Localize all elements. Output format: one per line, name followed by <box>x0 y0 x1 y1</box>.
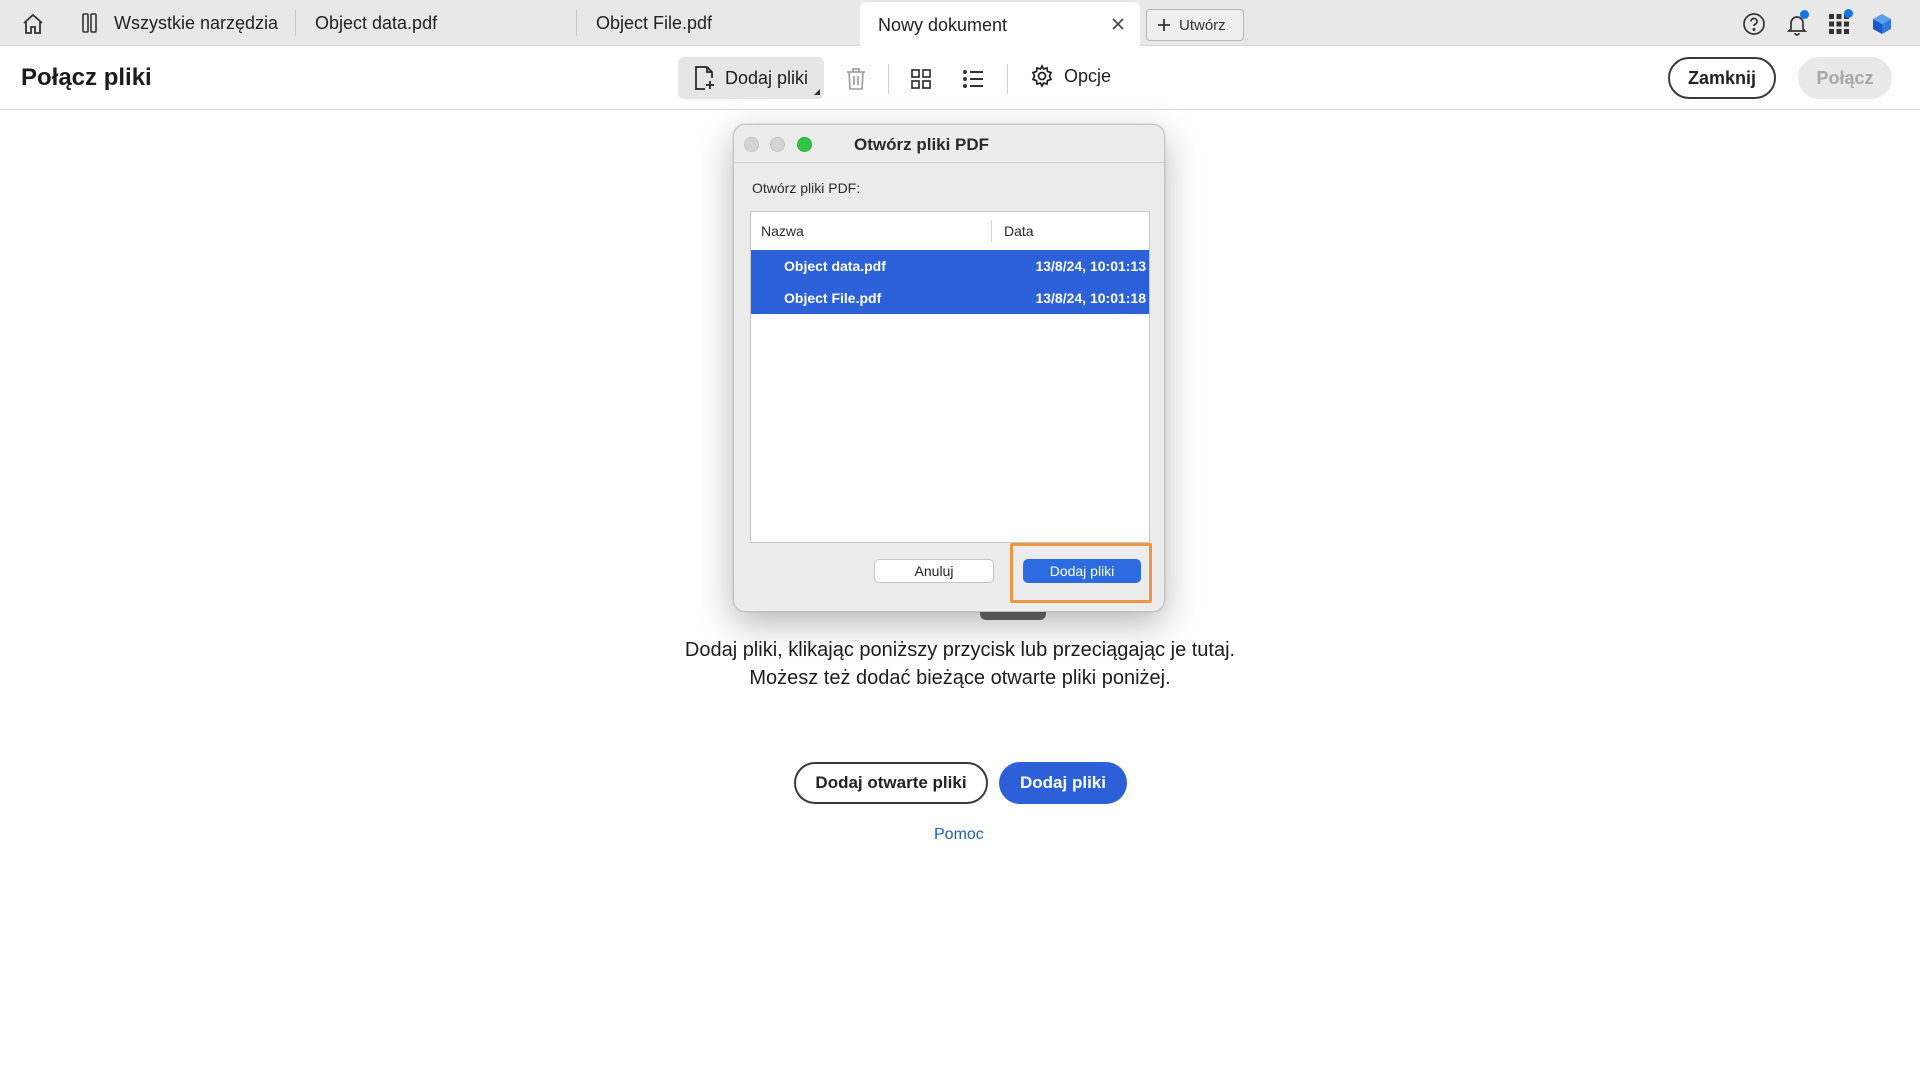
help-link[interactable]: Pomoc <box>934 826 984 844</box>
home-button[interactable] <box>14 8 52 40</box>
page-title: Połącz pliki <box>21 64 152 91</box>
tab-bar: Wszystkie narzędzia Object data.pdf Obje… <box>0 0 1920 48</box>
options-label: Opcje <box>1064 65 1112 86</box>
file-row[interactable]: Object File.pdf 13/8/24, 10:01:18 <box>751 282 1149 314</box>
close-button[interactable]: Zamknij <box>1668 57 1776 99</box>
thumbnail-view-button[interactable] <box>908 66 934 92</box>
tab-all-tools[interactable]: Wszystkie narzędzia <box>56 0 296 46</box>
toolbar-divider <box>1007 64 1008 94</box>
column-header-name[interactable]: Nazwa <box>761 212 804 250</box>
notification-dot <box>1800 10 1809 19</box>
grid-view-icon <box>911 69 931 89</box>
open-pdf-dialog: Otwórz pliki PDF Otwórz pliki PDF: Nazwa… <box>733 124 1165 612</box>
column-header-date[interactable]: Data <box>1004 212 1034 250</box>
close-tab-button[interactable] <box>1108 14 1128 34</box>
drop-hint-line-2: Możesz też dodać bieżące otwarte pliki p… <box>749 667 1171 689</box>
drop-hint-line-1: Dodaj pliki, klikając poniższy przycisk … <box>684 639 1236 661</box>
help-button[interactable] <box>1742 12 1766 36</box>
apps-dot <box>1844 9 1853 18</box>
close-icon <box>1112 18 1124 30</box>
column-divider <box>991 220 992 242</box>
tab-label: Nowy dokument <box>878 14 1008 35</box>
combine-button[interactable]: Połącz <box>1798 57 1892 99</box>
drop-hint: Dodaj pliki, klikając poniższy przycisk … <box>560 636 1360 692</box>
file-date: 13/8/24, 10:01:18 <box>1035 290 1146 306</box>
dialog-titlebar: Otwórz pliki PDF <box>734 125 1164 163</box>
dialog-title: Otwórz pliki PDF <box>854 135 990 154</box>
notifications-button[interactable] <box>1785 10 1809 36</box>
tab-label: Object data.pdf <box>315 12 438 33</box>
gear-icon <box>1031 64 1053 88</box>
file-list[interactable]: Nazwa Data Object data.pdf 13/8/24, 10:0… <box>750 211 1150 543</box>
add-files-button[interactable]: Dodaj pliki <box>999 762 1127 804</box>
dropdown-corner-icon <box>814 89 820 95</box>
create-label: Utwórz <box>1179 16 1226 34</box>
delete-button[interactable] <box>843 66 869 92</box>
tab-object-file[interactable]: Object File.pdf <box>578 0 860 46</box>
tab-label: Wszystkie narzędzia <box>114 12 279 33</box>
profile-button[interactable] <box>1870 12 1894 36</box>
dialog-label: Otwórz pliki PDF: <box>752 180 861 196</box>
help-icon <box>1743 13 1765 35</box>
file-date: 13/8/24, 10:01:13 <box>1035 258 1146 274</box>
list-view-button[interactable] <box>960 66 986 92</box>
plus-icon <box>1158 19 1170 31</box>
dialog-cancel-button[interactable]: Anuluj <box>874 559 994 583</box>
cloud-cube-icon <box>1873 14 1891 34</box>
tab-object-data[interactable]: Object data.pdf <box>297 0 577 46</box>
file-name: Object data.pdf <box>784 258 886 274</box>
toolbar: Połącz pliki Dodaj pliki Opcje Zamknij P… <box>0 46 1920 110</box>
tools-icon <box>82 13 97 33</box>
list-view-icon <box>963 70 983 88</box>
trash-icon <box>847 68 865 90</box>
add-file-icon <box>695 66 714 90</box>
create-button[interactable]: Utwórz <box>1146 9 1244 41</box>
file-name: Object File.pdf <box>784 290 882 306</box>
add-open-files-button[interactable]: Dodaj otwarte pliki <box>794 762 988 804</box>
file-row[interactable]: Object data.pdf 13/8/24, 10:01:13 <box>751 250 1149 282</box>
apps-button[interactable] <box>1827 9 1853 36</box>
tab-new-document[interactable]: Nowy dokument <box>860 2 1140 48</box>
add-files-toolbar-label: Dodaj pliki <box>725 67 809 88</box>
home-icon <box>23 13 43 34</box>
add-files-toolbar-button[interactable]: Dodaj pliki <box>678 57 824 99</box>
tab-label: Object File.pdf <box>596 12 713 33</box>
highlight-box <box>1010 543 1152 603</box>
toolbar-divider <box>888 64 889 94</box>
options-button[interactable]: Opcje <box>1030 64 1111 88</box>
